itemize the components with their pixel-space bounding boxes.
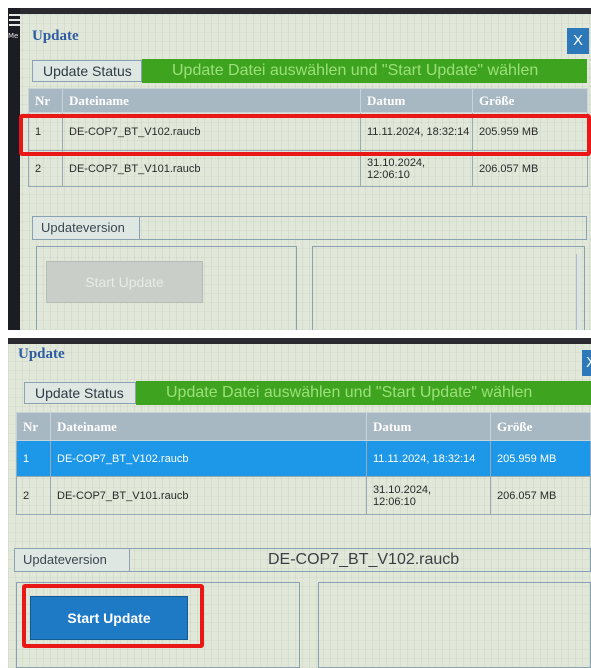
column-header-groesse: Größe [490, 412, 591, 441]
cell-size: 206.057 MB [490, 476, 591, 515]
row-highlight-annotation [19, 114, 591, 156]
menu-label: Me [8, 32, 19, 40]
update-status-label: Update Status [32, 60, 142, 82]
title-bar-strip [8, 8, 591, 14]
column-header-dateiname: Dateiname [50, 412, 367, 441]
column-header-nr: Nr [28, 88, 63, 113]
status-message-bar: Update Datei auswählen und "Start Update… [136, 381, 591, 405]
button-highlight-annotation [22, 584, 204, 648]
cell-nr: 1 [16, 440, 51, 477]
log-area [318, 582, 591, 668]
column-header-groesse: Größe [472, 88, 588, 113]
updateversion-field [140, 216, 587, 240]
cell-size: 205.959 MB [490, 440, 591, 477]
update-dialog-before: Me Update X Update Status Update Datei a… [8, 8, 591, 330]
updateversion-value: DE-COP7_BT_V102.raucb [268, 551, 460, 568]
column-header-datum: Datum [366, 412, 491, 441]
update-dialog-after: Update X Update Status Update Datei ausw… [8, 338, 591, 668]
cell-filename: DE-COP7_BT_V101.raucb [50, 476, 367, 515]
close-button[interactable]: X [567, 28, 589, 54]
cell-nr: 2 [16, 476, 51, 515]
log-area [312, 246, 585, 330]
start-update-button[interactable]: Start Update [46, 261, 203, 303]
updateversion-label: Updateversion [32, 216, 140, 240]
dialog-title: Update [32, 28, 79, 44]
file-table: Nr Dateiname Datum Größe 1 DE-COP7_BT_V1… [16, 412, 591, 515]
scrollbar[interactable] [576, 254, 582, 330]
close-button[interactable]: X [582, 350, 591, 376]
title-bar-strip [8, 338, 591, 344]
cell-date: 31.10.2024, 12:06:10 [366, 476, 491, 515]
status-message-bar: Update Datei auswählen und "Start Update… [142, 59, 587, 83]
column-header-nr: Nr [16, 412, 51, 441]
updateversion-field: DE-COP7_BT_V102.raucb [130, 548, 591, 572]
column-header-dateiname: Dateiname [62, 88, 361, 113]
cell-filename: DE-COP7_BT_V102.raucb [50, 440, 367, 477]
cell-date: 11.11.2024, 18:32:14 [366, 440, 491, 477]
updateversion-label: Updateversion [14, 548, 130, 572]
table-row[interactable]: 2 DE-COP7_BT_V101.raucb 31.10.2024, 12:0… [16, 476, 591, 515]
dialog-title: Update [18, 346, 65, 362]
table-row-selected[interactable]: 1 DE-COP7_BT_V102.raucb 11.11.2024, 18:3… [16, 440, 591, 477]
column-header-datum: Datum [360, 88, 473, 113]
side-menu-strip: Me [8, 8, 21, 330]
update-status-label: Update Status [24, 382, 136, 404]
hamburger-menu-icon[interactable] [9, 14, 21, 29]
